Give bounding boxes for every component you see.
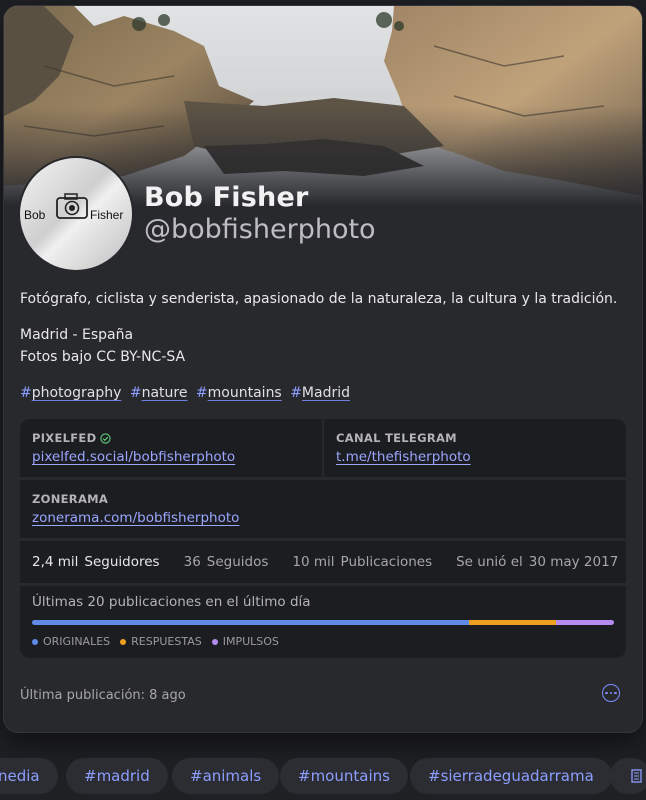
bio-hashtags: #photography #nature #mountains #Madrid: [20, 382, 626, 404]
account-handle[interactable]: @bobfisherphoto: [144, 214, 376, 245]
originals-dot-icon: [32, 638, 38, 645]
hashtag-chip[interactable]: #sierradeguadarrama: [410, 758, 612, 794]
hashtag-chip[interactable]: #animals: [172, 758, 280, 794]
activity-heading: Últimas 20 publicaciones en el último dí…: [32, 594, 311, 610]
boosts-dot-icon: [211, 638, 218, 645]
display-name: Bob Fisher: [144, 182, 309, 213]
legend-label: RESPUESTAS: [131, 635, 202, 648]
field-link[interactable]: zonerama.com/bobfisherphoto: [32, 510, 614, 526]
field-link[interactable]: t.me/thefisherphoto: [336, 449, 614, 465]
profile-fields: PIXELFED pixelfed.social/bobfisherphoto …: [20, 419, 626, 658]
boosts-segment: [555, 620, 614, 625]
bio-line: Fotos bajo CC BY-NC-SA: [20, 349, 186, 365]
bio-line: Madrid - España: [20, 327, 134, 343]
field-telegram: CANAL TELEGRAM t.me/thefisherphoto: [324, 419, 626, 477]
last-post-date: Última publicación: 8 ago: [20, 688, 186, 703]
bio-line: Fotógrafo, ciclista y senderista, apasio…: [20, 291, 618, 307]
field-label: PIXELFED: [32, 431, 97, 445]
avatar-text-left: Bob: [24, 208, 46, 222]
more-options-icon[interactable]: [602, 684, 620, 702]
hashtag-link[interactable]: #nature: [130, 385, 188, 401]
hashtag-chip[interactable]: #mountains: [280, 758, 408, 794]
avatar-text-right: Fisher: [90, 208, 123, 222]
field-label: CANAL TELEGRAM: [336, 431, 457, 445]
originals-segment: [32, 620, 469, 625]
profile-stats: 2,4 mil Seguidores 36 Seguidos 10 mil Publi…: [20, 541, 626, 583]
activity-bar: [32, 620, 614, 625]
hashtag-link[interactable]: #Madrid: [290, 385, 350, 401]
profile-card: Bob Fisher Bob Fisher @bobfisherphoto Fo…: [4, 6, 642, 732]
verified-check-icon: [100, 432, 112, 444]
document-icon: [631, 769, 642, 783]
field-link[interactable]: pixelfed.social/bobfisherphoto: [32, 449, 310, 465]
posts-stat[interactable]: 10 mil Publicaciones: [292, 554, 432, 570]
activity-legend: ORIGINALES RESPUESTAS IMPULSOS: [32, 635, 614, 648]
legend-label: ORIGINALES: [43, 635, 111, 648]
hashtag-link[interactable]: #mountains: [196, 385, 282, 401]
replies-dot-icon: [120, 638, 127, 645]
hashtag-link[interactable]: #photography: [20, 385, 121, 401]
replies-segment: [468, 620, 556, 625]
joined-stat: Se unió el 30 may 2017: [456, 554, 619, 570]
hashtag-chip[interactable]: [610, 758, 646, 794]
field-pixelfed: PIXELFED pixelfed.social/bobfisherphoto: [20, 419, 322, 477]
field-label: ZONERAMA: [32, 492, 109, 506]
followers-stat[interactable]: 2,4 mil Seguidores: [32, 554, 160, 570]
hashtag-chip[interactable]: #madrid: [66, 758, 168, 794]
hashtag-chip[interactable]: nedia: [0, 758, 58, 794]
posting-activity: Últimas 20 publicaciones en el último dí…: [20, 586, 626, 658]
legend-label: IMPULSOS: [222, 635, 279, 648]
field-zonerama: ZONERAMA zonerama.com/bobfisherphoto: [20, 480, 626, 538]
following-stat[interactable]: 36 Seguidos: [184, 554, 269, 570]
hashtag-chip-strip: nedia #madrid #animals #mountains #sierr…: [0, 758, 646, 794]
bio: Fotógrafo, ciclista y senderista, apasio…: [20, 288, 626, 404]
avatar[interactable]: Bob Fisher: [20, 158, 132, 270]
